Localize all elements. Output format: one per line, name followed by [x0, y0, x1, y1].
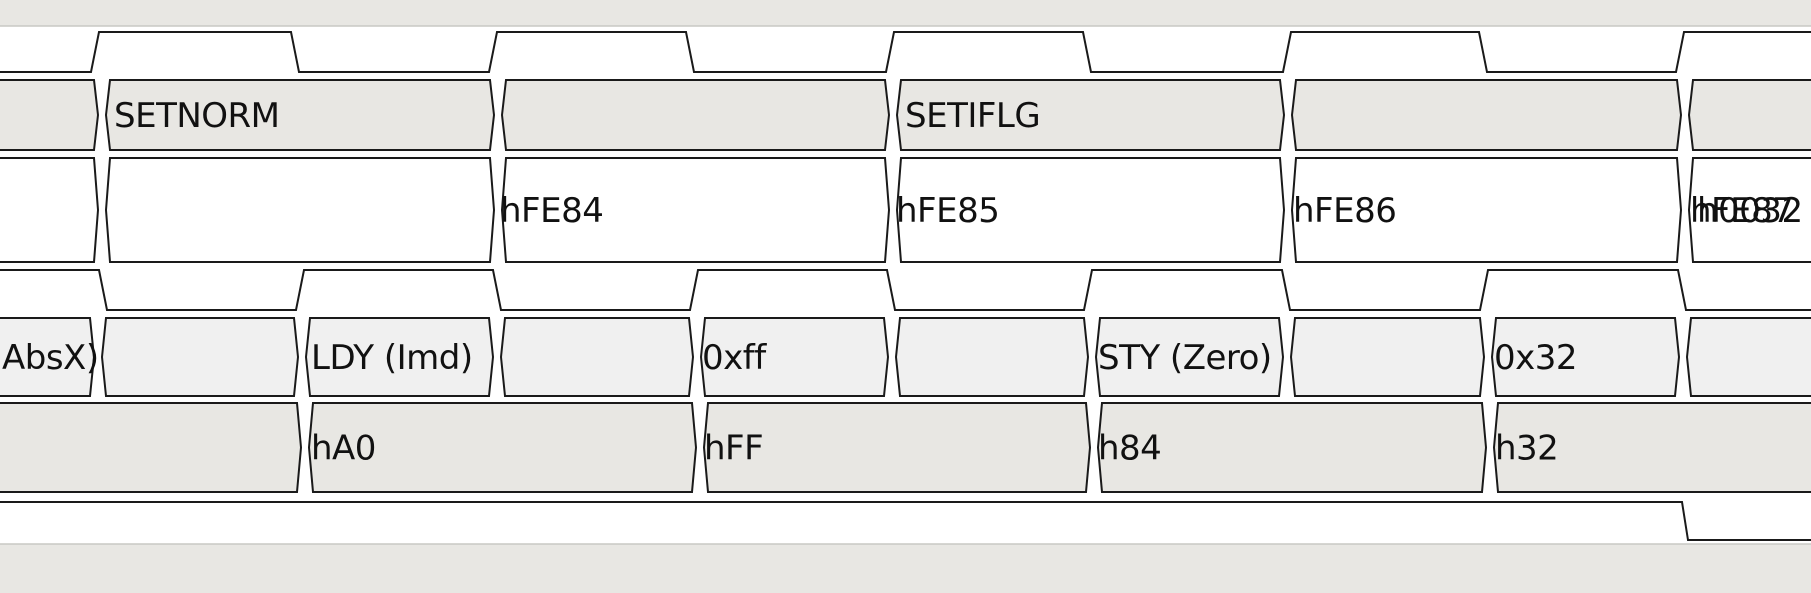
bus-value-label: LDY (Imd)	[311, 338, 473, 378]
bus-value-label: hA0	[311, 429, 376, 469]
bus-segment[interactable]	[1290, 79, 1683, 151]
bus-segment[interactable]	[104, 157, 496, 263]
bus-value-label: hFE85	[896, 191, 999, 231]
bus-value-label: h0032	[1697, 191, 1803, 231]
bus-segment[interactable]	[0, 79, 100, 151]
bus-value-label: h84	[1098, 429, 1161, 469]
bus-segment[interactable]	[500, 79, 891, 151]
bus-segment[interactable]	[100, 317, 300, 397]
bus-value-label: h32	[1495, 429, 1558, 469]
waveform-viewer[interactable]: SETNORM SETIFLG hFE84 hFE85 hFE86 hFE87 h0032 A…	[0, 0, 1811, 593]
bus-value-label: STY (Zero)	[1098, 338, 1272, 378]
bus-value-label: hFE84	[500, 191, 603, 231]
bus-segment[interactable]	[1687, 79, 1811, 151]
bus-value-label: SETNORM	[114, 96, 280, 136]
bus-segment[interactable]	[1685, 317, 1811, 397]
bus-value-label: hFE86	[1293, 191, 1396, 231]
bus-segment[interactable]	[894, 317, 1090, 397]
bus-segment[interactable]	[0, 157, 100, 263]
bus-segment[interactable]	[0, 402, 303, 493]
bus-segment[interactable]	[1289, 317, 1486, 397]
bus-value-label: 0x32	[1494, 338, 1577, 378]
bus-value-label: SETIFLG	[905, 96, 1040, 136]
bus-value-label: hFF	[704, 429, 763, 469]
bus-value-label: 0xff	[702, 338, 767, 378]
bus-segment[interactable]	[499, 317, 695, 397]
waveform-canvas[interactable]: SETNORM SETIFLGhFE84 hFE85 hFE86 hFE87h0032A…	[0, 0, 1811, 593]
bus-value-label: AbsX)	[2, 338, 99, 378]
